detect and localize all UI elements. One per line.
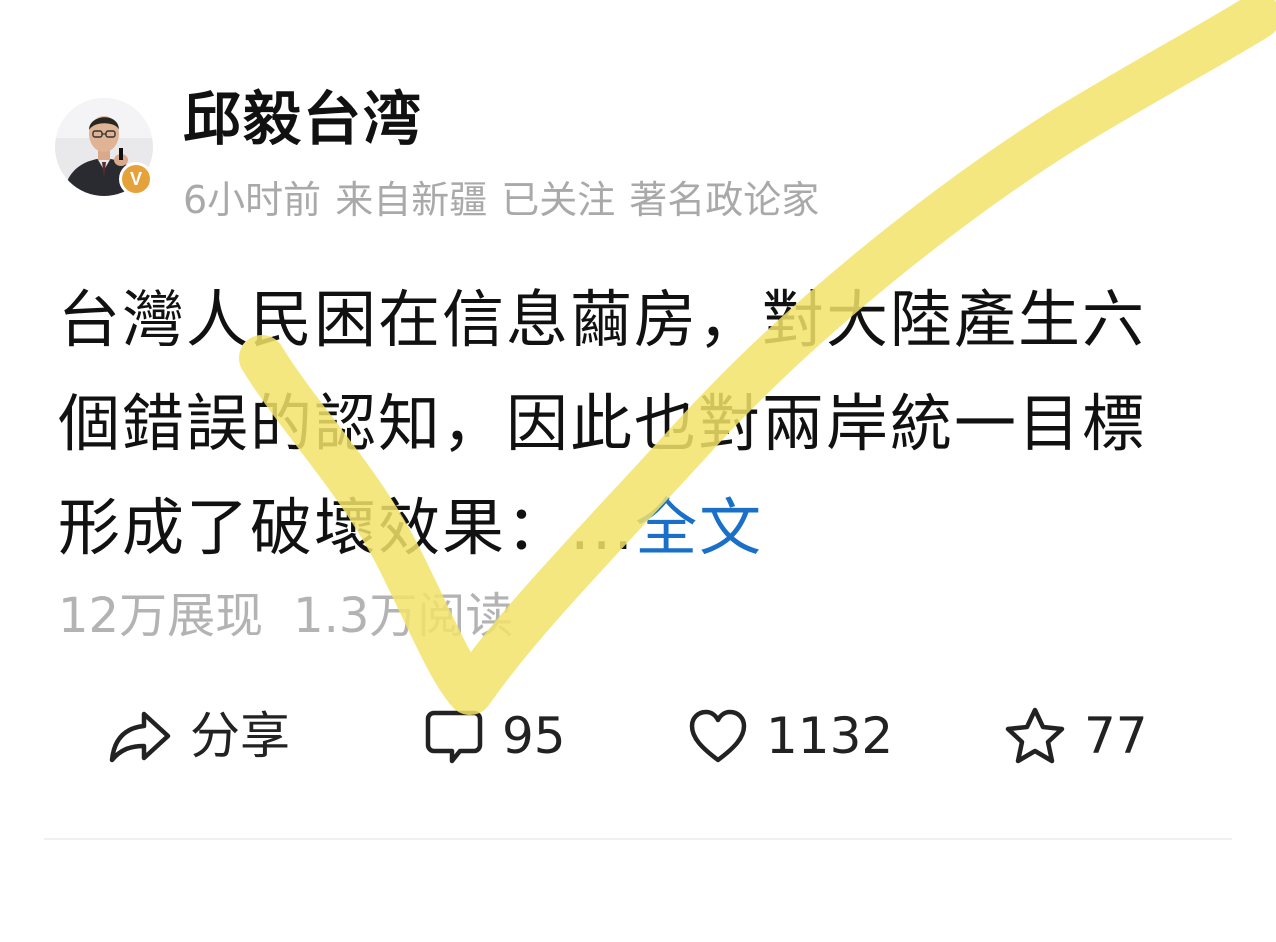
star-icon bbox=[1005, 707, 1065, 764]
post-text-line: 個錯誤的認知，因此也對兩岸統一目標 bbox=[58, 387, 1147, 460]
like-button[interactable]: 1132 bbox=[688, 700, 893, 772]
share-button[interactable]: 分享 bbox=[108, 700, 290, 772]
post-text-line: 台灣人民困在信息繭房，對大陸產生六 bbox=[58, 283, 1147, 356]
favorite-button[interactable]: 77 bbox=[1004, 700, 1148, 772]
comment-count: 95 bbox=[502, 707, 566, 765]
post-time: 6小时前 bbox=[183, 178, 322, 222]
author-tag: 著名政论家 bbox=[629, 178, 820, 222]
heart-icon bbox=[689, 709, 747, 763]
post-meta: 6小时前 来自新疆 已关注 著名政论家 bbox=[183, 172, 833, 228]
comment-button[interactable]: 95 bbox=[424, 700, 566, 772]
post-text-line-content: 形成了破壞效果：... bbox=[58, 491, 636, 564]
author-name[interactable]: 邱毅台湾 bbox=[183, 82, 423, 156]
share-label: 分享 bbox=[190, 707, 290, 765]
post-text[interactable]: 台灣人民困在信息繭房，對大陸產生六 個錯誤的認知，因此也對兩岸統一目標 形成了破… bbox=[58, 268, 1228, 580]
weibo-post-card: V 邱毅台湾 6小时前 来自新疆 已关注 著名政论家 台灣人民困在信息繭房，對大陸產生… bbox=[0, 0, 1276, 942]
like-count: 1132 bbox=[766, 707, 894, 765]
read-more-link[interactable]: 全文 bbox=[635, 491, 763, 564]
comment-icon bbox=[425, 710, 483, 764]
reads-count: 1.3万阅读 bbox=[293, 588, 514, 644]
post-text-line: 形成了破壞效果：...全文 bbox=[58, 476, 1228, 580]
favorite-count: 77 bbox=[1084, 707, 1148, 765]
share-icon bbox=[109, 711, 171, 763]
post-stats: 12万展现 1.3万阅读 bbox=[58, 584, 543, 648]
post-location: 来自新疆 bbox=[335, 178, 488, 222]
impressions-count: 12万展现 bbox=[58, 588, 264, 644]
follow-status[interactable]: 已关注 bbox=[501, 178, 615, 222]
card-divider bbox=[44, 838, 1232, 840]
verified-badge-icon: V bbox=[119, 162, 153, 196]
